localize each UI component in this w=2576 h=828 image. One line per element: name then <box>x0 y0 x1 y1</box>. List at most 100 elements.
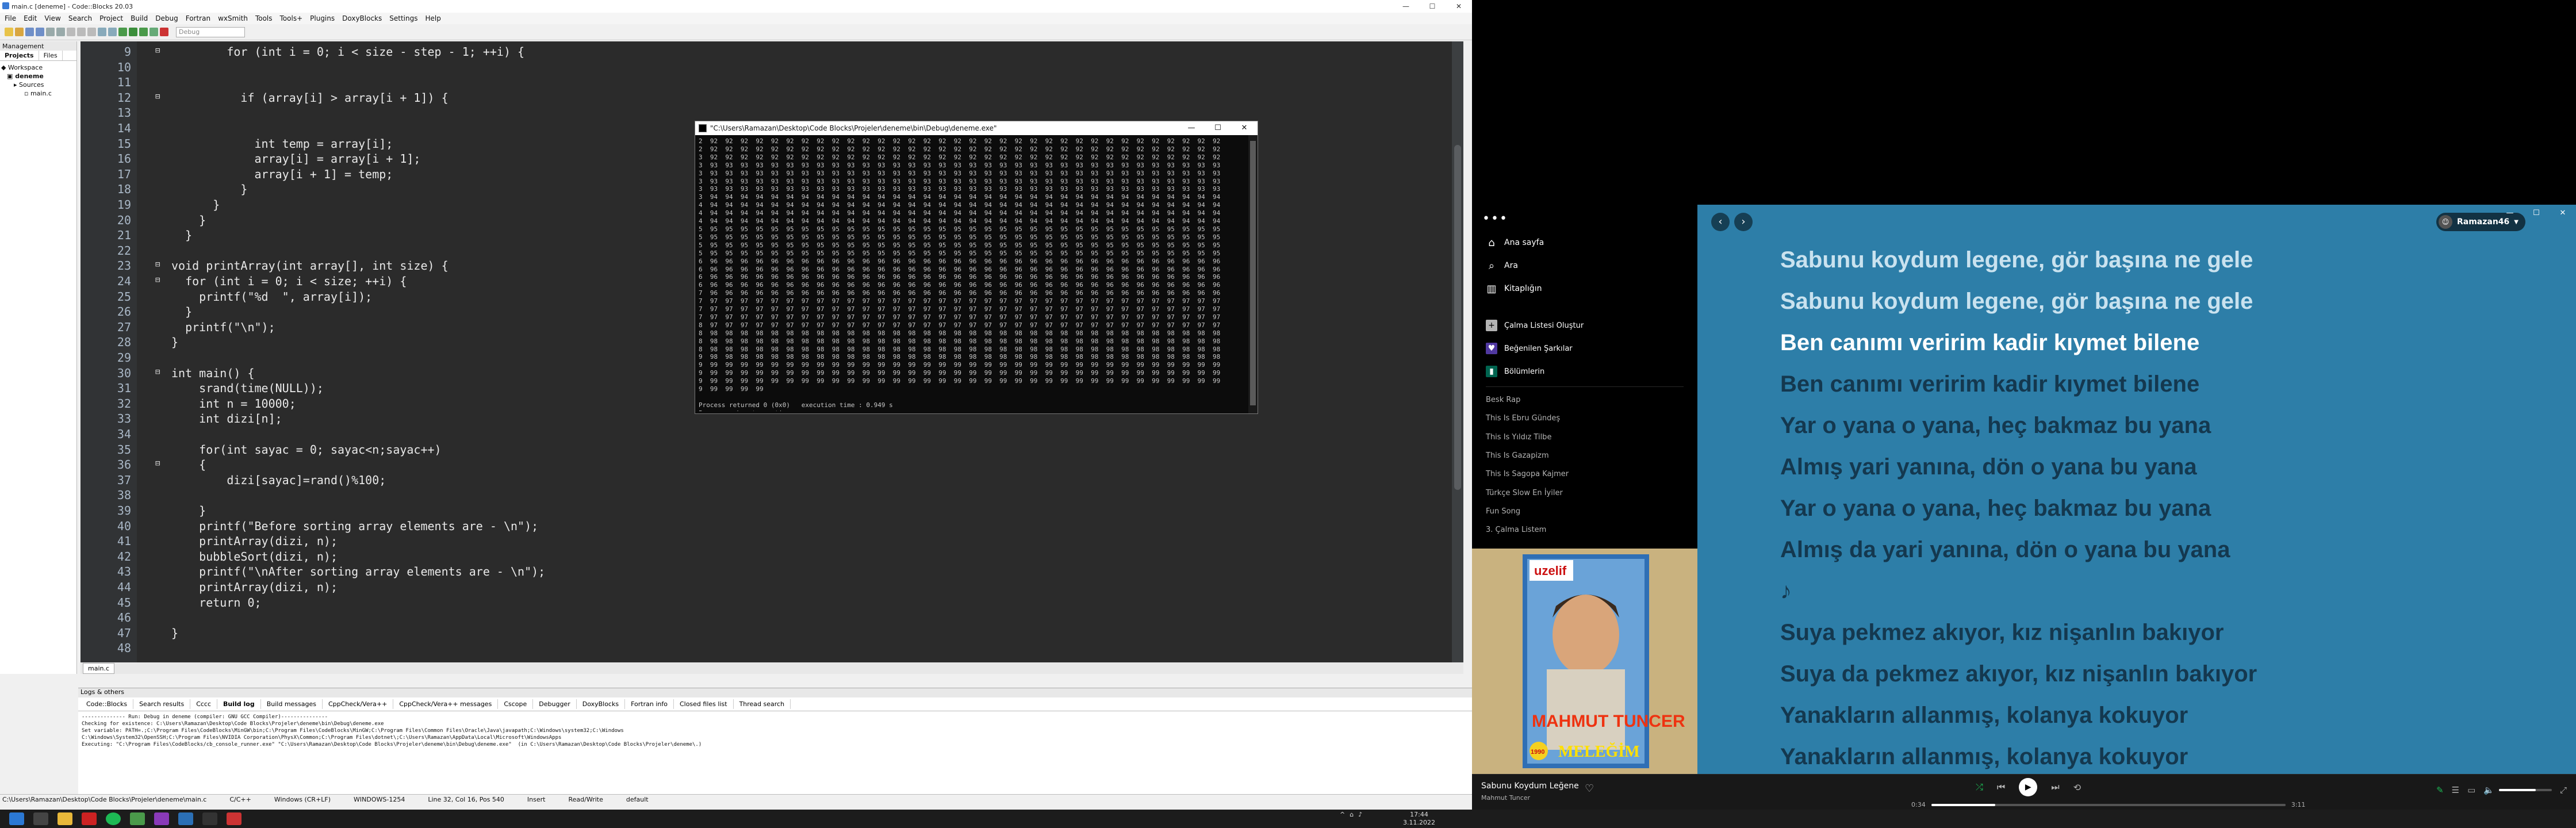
clock[interactable]: 17:44 3.11.2022 <box>1403 811 1435 827</box>
playlist-item[interactable]: Fun Song <box>1486 507 1520 516</box>
menu-project[interactable]: Project <box>99 14 123 22</box>
copy-icon[interactable] <box>77 28 86 36</box>
log-tab[interactable]: Build messages <box>261 699 323 709</box>
tree-item-sources[interactable]: ▸ Sources <box>1 80 75 89</box>
log-tab[interactable]: CppCheck/Vera++ messages <box>393 699 499 709</box>
search-taskbar-icon[interactable] <box>33 812 48 825</box>
tree-item-main-c[interactable]: ▫ main.c <box>1 89 75 98</box>
playlist-item[interactable]: This Is Ebru Gündeş <box>1486 414 1560 423</box>
log-tab[interactable]: Build log <box>217 699 261 709</box>
nav-search[interactable]: ⌕ Ara <box>1486 260 1518 272</box>
forward-button[interactable]: › <box>1734 213 1753 231</box>
create-playlist-button[interactable]: + Çalma Listesi Oluştur <box>1486 320 1584 331</box>
progress-track[interactable] <box>1931 803 2286 806</box>
run-icon[interactable] <box>129 28 137 36</box>
menu-view[interactable]: View <box>44 14 60 22</box>
fold-marker-icon[interactable]: ⊟ <box>155 46 160 55</box>
console-window[interactable]: "C:\Users\Ramazan\Desktop\Code Blocks\Pr… <box>695 121 1258 414</box>
lyric-line[interactable]: Ben canımı veririm kadir kıymet bilene <box>1780 371 2199 397</box>
codeblocks-taskbar-icon[interactable] <box>130 812 145 825</box>
nav-home[interactable]: ⌂ Ana sayfa <box>1486 237 1544 249</box>
menu-edit[interactable]: Edit <box>24 14 37 22</box>
open-file-icon[interactable] <box>15 28 24 36</box>
new-file-icon[interactable] <box>5 28 13 36</box>
visual-studio-icon[interactable] <box>154 812 169 825</box>
menu-debug[interactable]: Debug <box>155 14 178 22</box>
tab-projects[interactable]: Projects <box>0 51 39 60</box>
editor-tab-main-c[interactable]: main.c <box>83 662 115 674</box>
close-button[interactable]: ✕ <box>1446 0 1472 13</box>
lyric-line[interactable]: ♪ <box>1780 578 1792 604</box>
playlist-item[interactable]: Besk Rap <box>1486 396 1520 404</box>
log-tab[interactable]: Debugger <box>533 699 577 709</box>
find-icon[interactable] <box>98 28 106 36</box>
console-maximize-button[interactable]: ☐ <box>1205 121 1231 135</box>
lyric-line[interactable]: Suya pekmez akıyor, kız nişanlın bakıyor <box>1780 620 2224 646</box>
queue-icon[interactable]: ☰ <box>2452 785 2459 795</box>
lyric-line[interactable]: Ben canımı veririm kadir kıymet bilene <box>1780 330 2199 356</box>
devices-icon[interactable]: ▭ <box>2467 785 2475 795</box>
console-minimize-button[interactable]: — <box>1178 121 1205 135</box>
maximize-button[interactable]: ☐ <box>1419 0 1446 13</box>
log-tab[interactable]: Cscope <box>498 699 534 709</box>
build-run-icon[interactable] <box>139 28 148 36</box>
lyric-line[interactable]: Sabunu koydum legene, gör başına ne gele <box>1780 247 2253 273</box>
save-icon[interactable] <box>25 28 34 36</box>
next-icon[interactable]: ⏭ <box>2051 781 2059 793</box>
fullscreen-icon[interactable]: ⤢ <box>2560 785 2567 795</box>
abort-icon[interactable] <box>160 28 168 36</box>
redo-icon[interactable] <box>56 28 65 36</box>
volume-slider[interactable] <box>2498 789 2552 791</box>
lyric-line[interactable]: Suya da pekmez akıyor, kız nişanlın bakı… <box>1780 661 2257 687</box>
spotify-icon[interactable] <box>106 812 121 825</box>
spotify-close-button[interactable]: ✕ <box>2550 205 2576 222</box>
save-all-icon[interactable] <box>36 28 44 36</box>
build-target-select[interactable]: Debug <box>176 26 245 37</box>
tab-files[interactable]: Files <box>39 51 63 60</box>
console-taskbar-icon[interactable] <box>202 812 217 825</box>
word-icon[interactable] <box>178 812 193 825</box>
file-explorer-icon[interactable] <box>57 812 72 825</box>
replace-icon[interactable] <box>108 28 117 36</box>
tree-item-project[interactable]: ▣ deneme <box>1 72 75 80</box>
spotify-minimize-button[interactable]: — <box>2497 205 2523 222</box>
tray-arrow-icon[interactable]: ^ <box>1340 811 1345 818</box>
app-taskbar-icon[interactable] <box>227 812 241 825</box>
menu-tools-plus[interactable]: Tools+ <box>280 14 303 22</box>
lyric-line[interactable]: Yanakların allanmış, kolanya kokuyor <box>1780 744 2188 770</box>
previous-icon[interactable]: ⏮ <box>1997 781 2005 793</box>
menu-wxsmith[interactable]: wxSmith <box>218 14 248 22</box>
more-options-icon[interactable]: ••• <box>1482 212 1508 226</box>
menu-file[interactable]: File <box>5 14 16 22</box>
like-icon[interactable]: ♡ <box>1585 783 1594 795</box>
minimize-button[interactable]: — <box>1393 0 1419 13</box>
track-title[interactable]: Sabunu Koydum Leğene <box>1481 781 1579 791</box>
network-icon[interactable]: ⌂ <box>1350 811 1354 818</box>
console-scrollbar[interactable] <box>1248 135 1258 413</box>
fold-marker-icon[interactable]: ⊟ <box>155 260 160 269</box>
playlist-item[interactable]: This Is Yıldız Tilbe <box>1486 433 1551 442</box>
opera-icon[interactable] <box>82 812 97 825</box>
lyric-line[interactable]: Almış da yari yanına, dön o yana bu yana <box>1780 537 2230 563</box>
log-tab[interactable]: Search results <box>133 699 191 709</box>
cut-icon[interactable] <box>67 28 75 36</box>
track-artist[interactable]: Mahmut Tuncer <box>1481 794 1530 802</box>
playlist-item[interactable]: This Is Sagopa Kajmer <box>1486 470 1569 478</box>
lyric-line[interactable]: Almış yari yanına, dön o yana bu yana <box>1780 454 2197 480</box>
menu-tools[interactable]: Tools <box>255 14 273 22</box>
start-icon[interactable] <box>9 812 24 825</box>
lyric-line[interactable]: Yar o yana o yana, heç bakmaz bu yana <box>1780 496 2211 522</box>
menu-doxyblocks[interactable]: DoxyBlocks <box>342 14 382 22</box>
menu-plugins[interactable]: Plugins <box>310 14 335 22</box>
shuffle-icon[interactable]: ⤮ <box>1976 781 1983 793</box>
spotify-maximize-button[interactable]: ☐ <box>2523 205 2550 222</box>
lyric-line[interactable]: Yar o yana o yana, heç bakmaz bu yana <box>1780 413 2211 439</box>
nav-library[interactable]: ▥ Kitaplığın <box>1486 283 1542 295</box>
menu-settings[interactable]: Settings <box>389 14 417 22</box>
episodes-button[interactable]: ▮ Bölümlerin <box>1486 366 1544 377</box>
repeat-icon[interactable]: ⟲ <box>2073 782 2081 793</box>
editor-scrollbar[interactable] <box>1452 41 1463 662</box>
back-button[interactable]: ‹ <box>1711 213 1730 231</box>
lyrics-icon[interactable]: ✎ <box>2436 785 2444 795</box>
lyric-line[interactable]: Yanakların allanmış, kolanya kokuyor <box>1780 703 2188 729</box>
